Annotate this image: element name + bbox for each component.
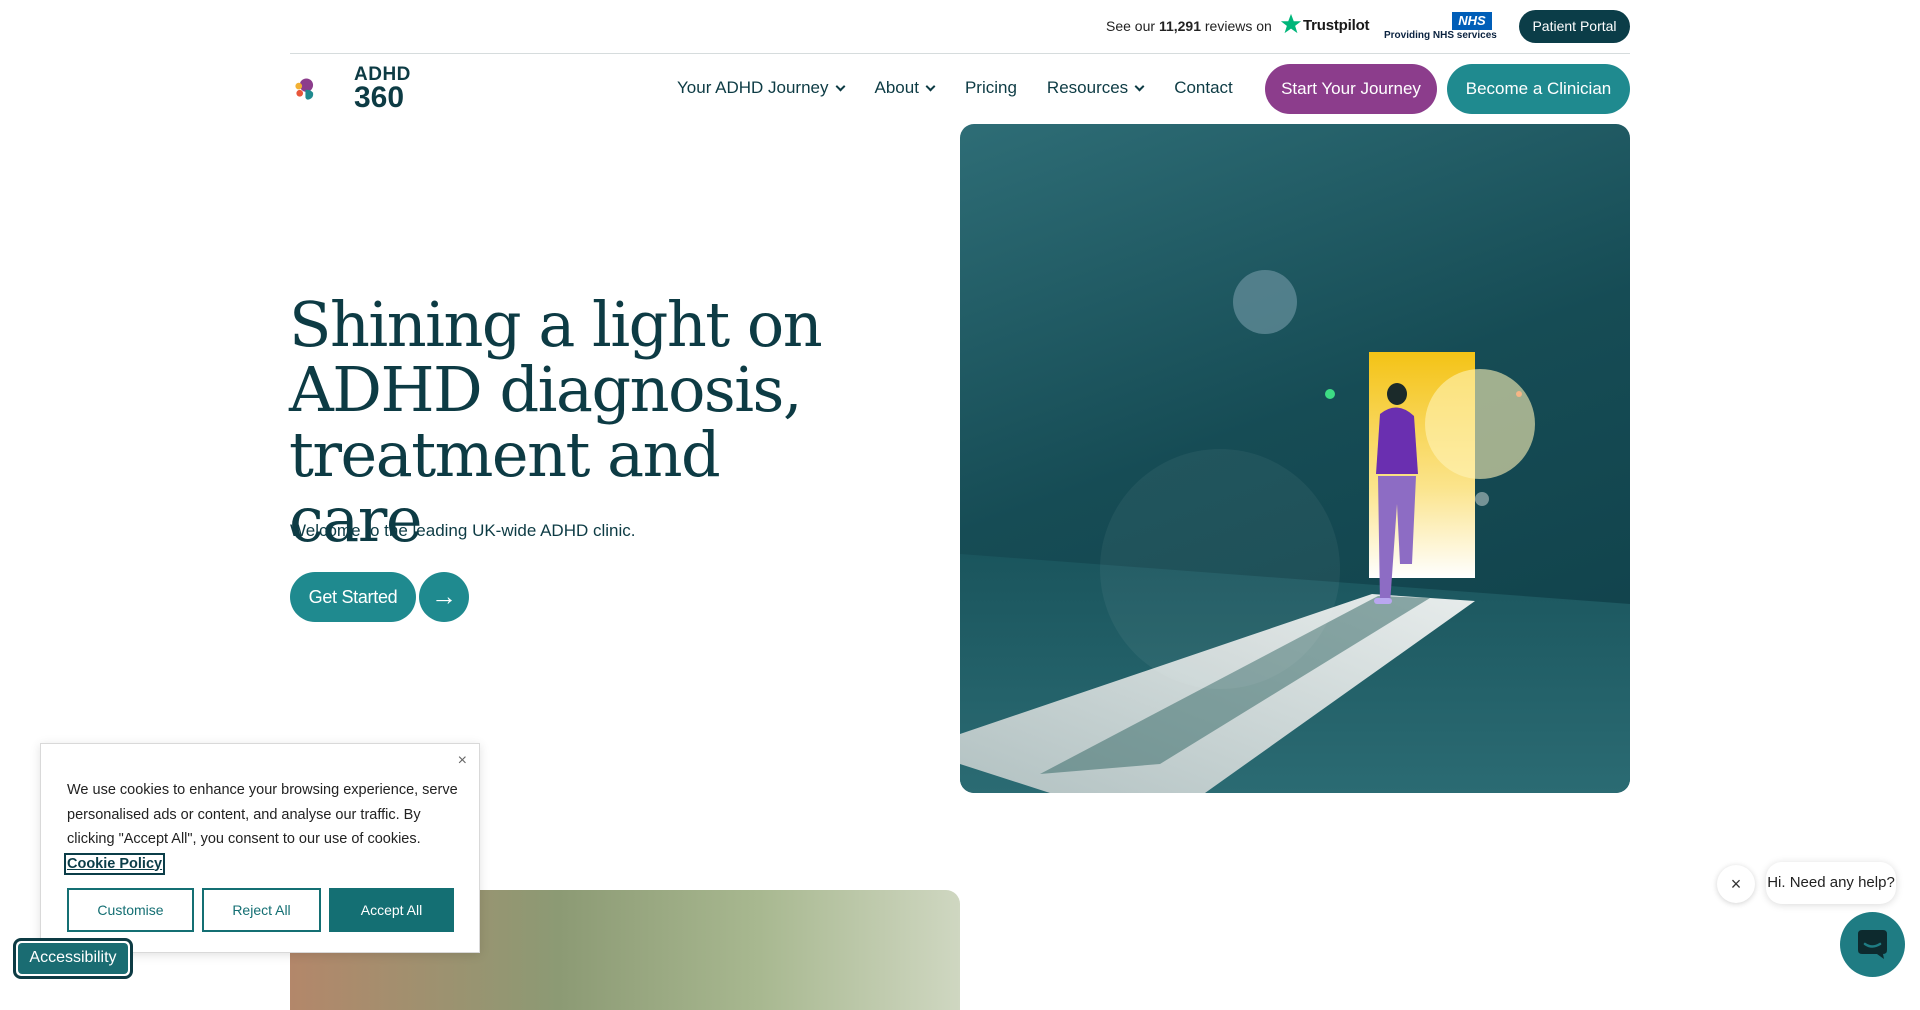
nav-resources[interactable]: Resources [1046,78,1145,98]
cookie-text: We use cookies to enhance your browsing … [67,782,458,847]
nhs-caption: Providing NHS services [1384,30,1497,41]
nav-label: About [874,78,919,97]
reviews-text[interactable]: See our 11,291 reviews on [1106,18,1272,34]
hero-illustration [960,124,1630,793]
arrow-right-icon[interactable]: → [419,572,469,622]
start-your-journey-button[interactable]: Start Your Journey [1265,64,1437,114]
reviews-count: 11,291 [1158,18,1201,34]
adhd360-logo-icon[interactable] [294,62,354,114]
customise-button[interactable]: Customise [67,888,194,932]
doorway-illustration [960,270,1630,793]
chevron-down-icon [1134,81,1145,91]
chevron-down-icon [925,81,936,91]
trustpilot-star-icon [1280,13,1302,34]
hero-subtitle: Welcome to the leading UK-wide ADHD clin… [290,521,636,540]
reviews-suffix: reviews on [1204,18,1272,34]
accessibility-label: Accessibility [18,943,128,974]
hero-title: Shining a light on ADHD diagnosis, treat… [289,288,823,556]
nav-about[interactable]: About [874,78,936,98]
get-started-button[interactable]: Get Started [290,572,416,622]
logo-wordmark[interactable]: ADHD 360 [354,65,411,114]
main-nav: Your ADHD Journey About Pricing Resource… [677,78,1233,98]
chat-close-icon[interactable]: × [1717,865,1755,903]
become-a-clinician-button[interactable]: Become a Clinician [1447,64,1630,114]
chat-prompt[interactable]: Hi. Need any help? [1766,862,1896,904]
cookie-policy-link[interactable]: Cookie Policy [63,852,166,875]
accessibility-button[interactable]: Accessibility [13,938,133,979]
accept-all-button[interactable]: Accept All [329,888,454,932]
patient-portal-button[interactable]: Patient Portal [1519,10,1630,43]
reject-all-button[interactable]: Reject All [202,888,321,932]
nav-label: Your ADHD Journey [677,78,829,97]
chat-launcher-button[interactable] [1840,912,1905,977]
chat-icon [1858,930,1887,959]
close-icon[interactable]: × [458,752,467,770]
nav-pricing[interactable]: Pricing [965,78,1017,98]
reviews-prefix: See our [1106,18,1156,34]
nav-label: Pricing [964,78,1017,97]
nav-label: Contact [1174,78,1233,97]
trustpilot-logo[interactable]: Trustpilot [1303,17,1370,34]
cookie-banner: × We use cookies to enhance your browsin… [40,743,480,953]
chevron-down-icon [835,81,845,91]
nhs-logo: NHS [1452,12,1492,30]
nav-contact[interactable]: Contact [1174,78,1233,98]
cookie-message: We use cookies to enhance your browsing … [63,778,462,876]
top-bar: See our 11,291 reviews on Trustpilot NHS… [290,0,1630,54]
logo-line2: 360 [354,81,405,114]
nav-label: Resources [1046,78,1129,97]
nav-your-adhd-journey[interactable]: Your ADHD Journey [677,78,845,98]
